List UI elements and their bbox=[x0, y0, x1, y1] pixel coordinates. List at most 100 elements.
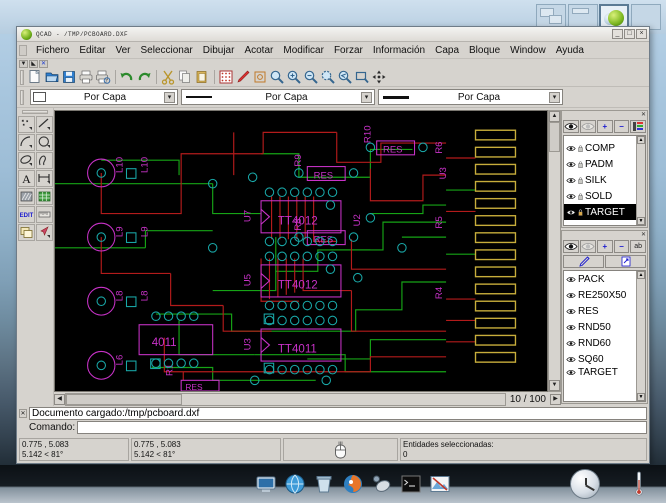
terminal-icon[interactable] bbox=[400, 473, 422, 495]
command-input[interactable] bbox=[77, 421, 647, 434]
show-all-layers-button[interactable] bbox=[563, 120, 579, 133]
block-item-res[interactable]: RES bbox=[564, 303, 636, 319]
cad-drawing-canvas[interactable]: TT4012 TT4012 TT4011 4011 RES RES RES RE… bbox=[54, 110, 548, 392]
select-tool[interactable] bbox=[35, 224, 53, 241]
block-list-scroll-down[interactable]: ▼ bbox=[637, 393, 645, 401]
menu-ayuda[interactable]: Ayuda bbox=[551, 44, 589, 57]
menu-acotar[interactable]: Acotar bbox=[239, 44, 278, 57]
block-item-re250x50[interactable]: RE250X50 bbox=[564, 287, 636, 303]
layer-visibility-icon[interactable] bbox=[566, 209, 576, 216]
layer-item-comp[interactable]: COMP bbox=[564, 140, 636, 156]
pan-icon[interactable] bbox=[371, 69, 387, 85]
block-visibility-icon[interactable] bbox=[566, 308, 576, 315]
linetype-combo[interactable]: Por Capa ▾ bbox=[181, 89, 375, 105]
add-layer-button[interactable]: + bbox=[597, 120, 613, 133]
block-visibility-icon[interactable] bbox=[566, 292, 576, 299]
save-file-icon[interactable] bbox=[61, 69, 77, 85]
layer-item-silk[interactable]: SILK bbox=[564, 172, 636, 188]
measure-tool[interactable] bbox=[35, 206, 53, 223]
block-item-sq60[interactable]: SQ60 bbox=[564, 351, 636, 367]
layer-lock-icon[interactable] bbox=[578, 145, 583, 152]
dimension-tool[interactable] bbox=[35, 170, 53, 187]
block-visibility-icon[interactable] bbox=[566, 276, 576, 283]
remove-layer-button[interactable]: − bbox=[613, 120, 630, 133]
block-tool[interactable] bbox=[17, 224, 35, 241]
computer-icon[interactable] bbox=[255, 473, 277, 495]
property-toolbar-grip[interactable] bbox=[20, 89, 24, 105]
menu-fichero[interactable]: Fichero bbox=[31, 44, 74, 57]
vscroll-thumb[interactable] bbox=[549, 122, 560, 152]
toolbar-resize-button[interactable]: ◣ bbox=[29, 59, 38, 68]
print-preview-icon[interactable] bbox=[95, 69, 111, 85]
layer-lock-icon[interactable] bbox=[578, 209, 583, 216]
canvas-vertical-scrollbar[interactable]: ▲ ▼ bbox=[548, 110, 561, 392]
browser-icon[interactable] bbox=[284, 473, 306, 495]
layer-visibility-icon[interactable] bbox=[566, 177, 576, 184]
menu-drag-grip[interactable] bbox=[19, 44, 27, 56]
menu-dibujar[interactable]: Dibujar bbox=[198, 44, 240, 57]
hscroll-thumb[interactable] bbox=[66, 393, 182, 405]
block-dock-close-button[interactable]: ✕ bbox=[640, 232, 647, 239]
new-file-icon[interactable] bbox=[27, 69, 43, 85]
circle-tool[interactable] bbox=[35, 134, 53, 151]
clock-widget[interactable] bbox=[570, 469, 600, 499]
lineweight-arrow-icon[interactable]: ▾ bbox=[549, 91, 560, 103]
scroll-left-button[interactable]: ◀ bbox=[54, 393, 65, 405]
hide-all-layers-button[interactable] bbox=[580, 120, 596, 133]
trash-icon[interactable] bbox=[313, 473, 335, 495]
block-item-rnd60[interactable]: RND60 bbox=[564, 335, 636, 351]
text-tool[interactable]: A bbox=[17, 170, 35, 187]
edit-tool[interactable]: EDIT bbox=[17, 206, 35, 223]
arc-tool[interactable] bbox=[17, 134, 35, 151]
insert-block-button[interactable] bbox=[605, 255, 646, 268]
menu-capa[interactable]: Capa bbox=[430, 44, 464, 57]
linetype-arrow-icon[interactable]: ▾ bbox=[361, 91, 372, 103]
paste-icon[interactable] bbox=[194, 69, 210, 85]
layer-lock-icon[interactable] bbox=[578, 177, 583, 184]
block-list[interactable]: PACK RE250X50 RES RND50 RND60 SQ60 TARGE… bbox=[564, 271, 636, 401]
image-viewer-icon[interactable] bbox=[429, 473, 451, 495]
table-tool[interactable] bbox=[35, 188, 53, 205]
toolbar-grip[interactable] bbox=[20, 69, 24, 85]
layer-lock-icon[interactable] bbox=[578, 193, 583, 200]
edit-layer-button[interactable] bbox=[630, 120, 647, 133]
scroll-up-button[interactable]: ▲ bbox=[549, 111, 560, 122]
pen-icon[interactable] bbox=[235, 69, 251, 85]
scroll-right-button[interactable]: ▶ bbox=[550, 393, 561, 405]
block-item-rnd50[interactable]: RND50 bbox=[564, 319, 636, 335]
layer-visibility-icon[interactable] bbox=[566, 145, 576, 152]
block-item-pack[interactable]: PACK bbox=[564, 271, 636, 287]
layer-lock-icon[interactable] bbox=[578, 161, 583, 168]
tool-palette-grip[interactable] bbox=[22, 110, 48, 114]
layer-list-scrollbar[interactable]: ▲ ▼ bbox=[636, 136, 645, 225]
layer-list[interactable]: COMP PADM SILK SOLD TARGET bbox=[564, 136, 636, 225]
canvas-horizontal-scrollbar[interactable] bbox=[65, 392, 506, 406]
zoom-previous-icon[interactable] bbox=[337, 69, 353, 85]
layer-dock-close-button[interactable]: ✕ bbox=[640, 112, 647, 119]
open-file-icon[interactable] bbox=[44, 69, 60, 85]
undo-icon[interactable] bbox=[119, 69, 135, 85]
block-visibility-icon[interactable] bbox=[566, 356, 576, 363]
satellite-icon[interactable] bbox=[371, 473, 393, 495]
cut-icon[interactable] bbox=[160, 69, 176, 85]
lineweight-combo[interactable]: Por Capa ▾ bbox=[378, 89, 563, 105]
block-visibility-icon[interactable] bbox=[566, 324, 576, 331]
zoom-auto-icon[interactable] bbox=[320, 69, 336, 85]
zoom-selection-icon[interactable] bbox=[354, 69, 370, 85]
menu-ver[interactable]: Ver bbox=[110, 44, 135, 57]
maximize-button[interactable]: □ bbox=[624, 29, 635, 39]
menu-seleccionar[interactable]: Seleccionar bbox=[136, 44, 198, 57]
menu-editar[interactable]: Editar bbox=[74, 44, 110, 57]
menu-forzar[interactable]: Forzar bbox=[329, 44, 368, 57]
remove-block-button[interactable]: − bbox=[613, 240, 630, 253]
zoom-window-icon[interactable] bbox=[269, 69, 285, 85]
block-list-scroll-up[interactable]: ▲ bbox=[637, 271, 645, 279]
snap-icon[interactable] bbox=[252, 69, 268, 85]
layer-list-scroll-up[interactable]: ▲ bbox=[637, 136, 645, 144]
redo-icon[interactable] bbox=[136, 69, 152, 85]
spline-tool[interactable] bbox=[35, 152, 53, 169]
menu-informacion[interactable]: Información bbox=[368, 44, 430, 57]
hide-all-blocks-button[interactable] bbox=[580, 240, 596, 253]
show-all-blocks-button[interactable] bbox=[563, 240, 579, 253]
layer-color-arrow-icon[interactable]: ▾ bbox=[164, 91, 175, 103]
